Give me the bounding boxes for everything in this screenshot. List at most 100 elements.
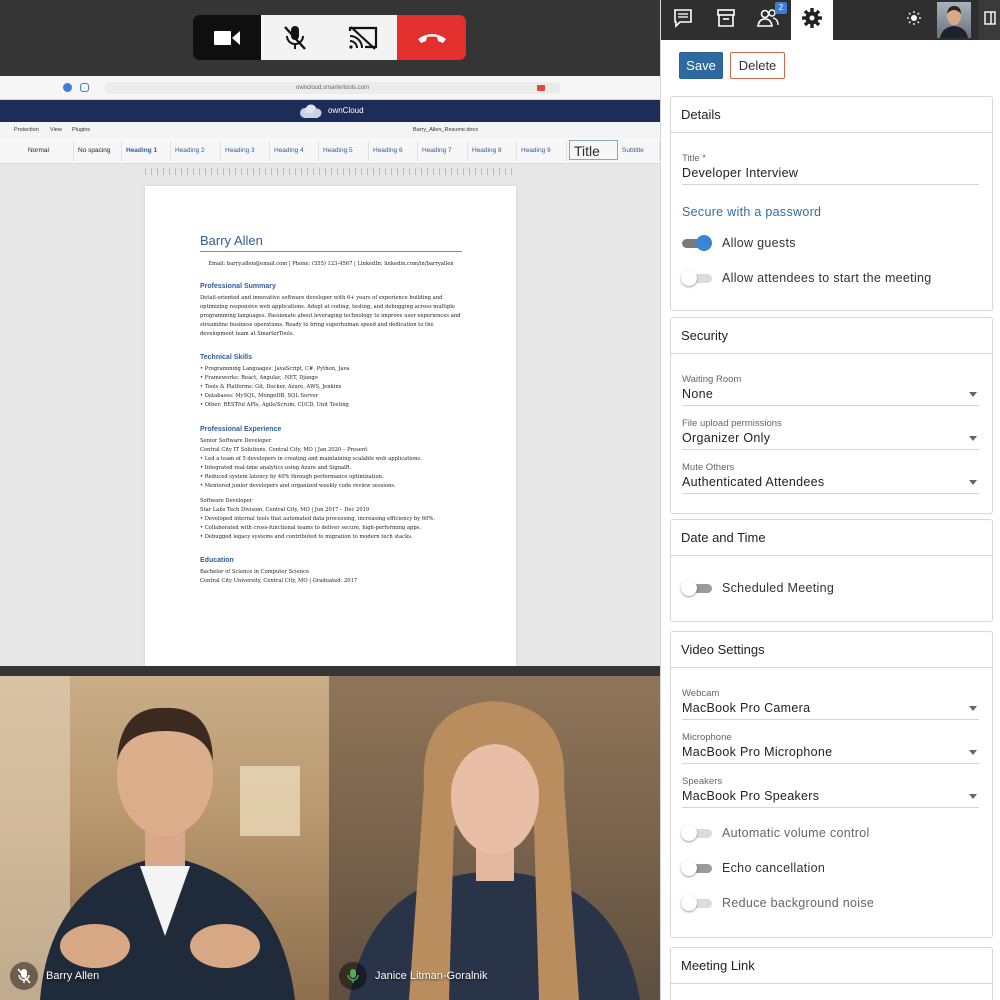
allow-attendees-toggle[interactable]: Allow attendees to start the meeting — [681, 270, 932, 286]
microphone-muted-icon — [10, 962, 38, 990]
microphone-select[interactable]: Microphone MacBook Pro Microphone — [682, 732, 979, 764]
end-call-button[interactable] — [397, 15, 466, 60]
participant-video-tile[interactable]: Janice Litman-Goralnik — [329, 676, 660, 1000]
scheduled-meeting-toggle[interactable]: Scheduled Meeting — [681, 580, 834, 596]
style-heading-7[interactable]: Heading 7 — [418, 141, 468, 161]
browser-url[interactable]: owncloud.smartertools.com — [105, 82, 560, 94]
chevron-down-icon — [969, 392, 977, 397]
echo-cancellation-toggle[interactable]: Echo cancellation — [681, 860, 826, 876]
speakers-select[interactable]: Speakers MacBook Pro Speakers — [682, 776, 979, 808]
style-heading-1[interactable]: Heading 1 — [122, 141, 171, 161]
section-job1-text: Senior Software Developer Central City I… — [200, 438, 422, 489]
menu-item-protection[interactable]: Protection — [14, 127, 39, 133]
style-heading-8[interactable]: Heading 8 — [468, 141, 517, 161]
auto-volume-toggle[interactable]: Automatic volume control — [681, 825, 870, 841]
microphone-muted-icon — [282, 24, 308, 52]
webcam-select[interactable]: Webcam MacBook Pro Camera — [682, 688, 979, 720]
tab-settings[interactable] — [791, 0, 833, 40]
noise-reduction-toggle[interactable]: Reduce background noise — [681, 895, 875, 911]
participant-video-tile[interactable]: Barry Allen — [0, 676, 329, 1000]
style-no-spacing[interactable]: No spacing — [74, 141, 122, 161]
section-summary-title: Professional Summary — [200, 283, 276, 290]
shield-icon — [80, 83, 89, 92]
speakers-value: MacBook Pro Speakers — [682, 789, 820, 803]
waiting-room-value: None — [682, 387, 714, 401]
noise-reduction-switch[interactable] — [681, 895, 712, 911]
meeting-settings-panel: 2 Save Delete Details Title * Developer … — [660, 0, 1000, 1000]
video-camera-icon — [213, 28, 241, 48]
allow-attendees-label: Allow attendees to start the meeting — [722, 271, 932, 285]
section-experience-title: Professional Experience — [200, 426, 282, 433]
style-heading-6[interactable]: Heading 6 — [369, 141, 418, 161]
browser-profile-icon — [63, 83, 72, 92]
speakers-label: Speakers — [682, 776, 723, 787]
title-field[interactable]: Title * Developer Interview — [682, 153, 979, 185]
editor-menu-bar: Protection View Plugins Barry_Allen_Resu… — [0, 122, 660, 138]
style-heading-5[interactable]: Heading 5 — [319, 141, 369, 161]
mute-others-select[interactable]: Mute Others Authenticated Attendees — [682, 462, 979, 494]
people-count-badge: 2 — [775, 2, 787, 14]
style-heading-9[interactable]: Heading 9 — [517, 141, 567, 161]
panel-toggle-button[interactable] — [979, 0, 1000, 40]
title-label: Title * — [682, 153, 706, 164]
allow-guests-toggle[interactable]: Allow guests — [682, 235, 796, 251]
save-button[interactable]: Save — [679, 52, 723, 79]
delete-button[interactable]: Delete — [730, 52, 785, 79]
noise-reduction-label: Reduce background noise — [722, 896, 875, 910]
toggle-microphone-button[interactable] — [261, 15, 329, 60]
sun-icon — [907, 10, 921, 30]
tab-archive[interactable] — [705, 0, 747, 40]
file-upload-value: Organizer Only — [682, 431, 771, 445]
chevron-down-icon — [969, 750, 977, 755]
settings-icon — [801, 7, 823, 34]
microphone-active-icon — [339, 962, 367, 990]
style-normal[interactable]: Normal — [24, 141, 74, 161]
webcam-label: Webcam — [682, 688, 720, 699]
mute-others-value: Authenticated Attendees — [682, 475, 825, 489]
resume-contact: Email: barry.allen@email.com | Phone: (5… — [208, 261, 454, 267]
allow-guests-switch[interactable] — [682, 235, 712, 251]
chevron-down-icon — [969, 794, 977, 799]
style-subtitle[interactable]: Subtitle — [618, 141, 660, 161]
divider — [200, 251, 462, 252]
echo-cancellation-label: Echo cancellation — [722, 861, 826, 875]
allow-attendees-switch[interactable] — [681, 270, 712, 286]
participant-name: Barry Allen — [46, 970, 100, 982]
toggle-screen-share-button[interactable] — [329, 15, 397, 60]
menu-item-plugins[interactable]: Plugins — [72, 127, 90, 133]
user-avatar[interactable] — [937, 2, 971, 38]
owncloud-header: ownCloud — [0, 100, 660, 122]
mute-others-label: Mute Others — [682, 462, 735, 473]
chevron-down-icon — [969, 436, 977, 441]
echo-cancellation-switch[interactable] — [681, 860, 712, 876]
theme-toggle-button[interactable] — [893, 0, 935, 40]
waiting-room-select[interactable]: Waiting Room None — [682, 374, 979, 406]
menu-item-view[interactable]: View — [50, 127, 62, 133]
microphone-value: MacBook Pro Microphone — [682, 745, 833, 759]
style-heading-3[interactable]: Heading 3 — [221, 141, 270, 161]
participant-video-frame — [329, 676, 660, 1000]
section-skills-text: • Programming Languages: JavaScript, C#,… — [200, 366, 350, 408]
chat-icon — [673, 8, 693, 33]
section-job2-text: Software Developer Star Labs Tech Divisi… — [200, 498, 436, 540]
meeting-area: owncloud.smartertools.com ownCloud Prote… — [0, 0, 660, 1000]
tab-chat[interactable] — [662, 0, 704, 40]
secure-password-link[interactable]: Secure with a password — [682, 205, 821, 219]
style-title[interactable]: Title — [569, 140, 618, 160]
title-value[interactable]: Developer Interview — [682, 166, 979, 180]
chevron-down-icon — [969, 480, 977, 485]
toggle-video-button[interactable] — [193, 15, 261, 60]
style-heading-2[interactable]: Heading 2 — [171, 141, 221, 161]
style-heading-4[interactable]: Heading 4 — [270, 141, 319, 161]
microphone-label: Microphone — [682, 732, 732, 743]
participant-name: Janice Litman-Goralnik — [375, 970, 488, 982]
details-header: Details — [671, 97, 992, 133]
participant-video-frame — [0, 676, 300, 1000]
ruler — [145, 168, 515, 175]
details-card: Details Title * Developer Interview Secu… — [670, 96, 993, 311]
hang-up-icon — [416, 31, 448, 45]
sidebar-icon — [984, 10, 996, 30]
scheduled-meeting-switch[interactable] — [681, 580, 712, 596]
file-upload-select[interactable]: File upload permissions Organizer Only — [682, 418, 979, 450]
auto-volume-switch[interactable] — [681, 825, 712, 841]
